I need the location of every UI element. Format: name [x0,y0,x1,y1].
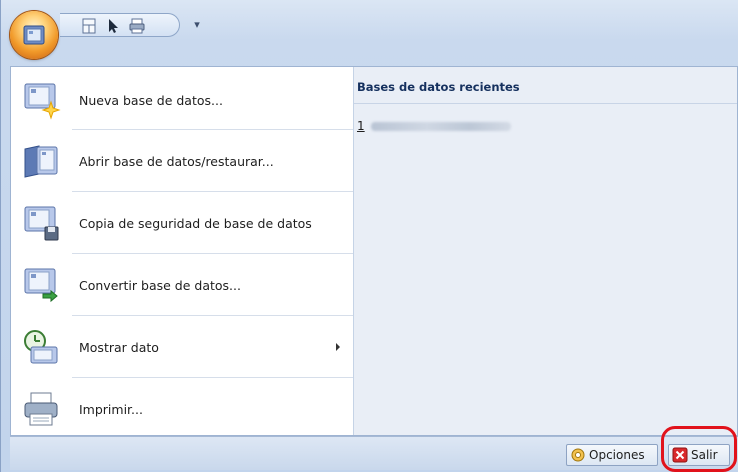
recent-item-number: 1 [357,119,365,133]
open-database-icon [24,145,58,178]
pointer-icon[interactable] [104,17,122,35]
recent-databases-header: Bases de datos recientes [354,67,737,104]
menu-item-label: Copia de seguridad de base de datos [79,215,312,231]
menu-item-backup-database[interactable]: Copia de seguridad de base de datos [11,192,353,254]
menu-commands: Nueva base de datos... Abrir base de dat… [11,67,354,435]
application-button[interactable] [10,11,58,59]
options-button[interactable]: Opciones [566,444,658,466]
layout-icon[interactable] [80,17,98,35]
menu-item-open-database[interactable]: Abrir base de datos/restaurar... [11,130,353,192]
show-data-icon [24,330,58,364]
gear-icon [571,448,585,462]
menu-item-show-data[interactable]: Mostrar dato [11,316,353,378]
title-bar: ▾ [0,0,738,59]
menu-footer: Opciones Salir [10,436,738,470]
backup-database-icon [24,206,59,241]
menu-item-label: Imprimir... [79,401,143,417]
database-book-icon [23,25,45,45]
highlight-annotation [661,426,737,472]
menu-item-label: Abrir base de datos/restaurar... [79,153,274,169]
recent-databases-pane: Bases de datos recientes 1 [354,67,737,435]
application-menu: Nueva base de datos... Abrir base de dat… [10,66,738,436]
redacted-file-path [371,121,511,131]
menu-item-convert-database[interactable]: Convertir base de datos... [11,254,353,316]
printer-icon [24,392,58,426]
menu-item-label: Mostrar dato [79,339,159,355]
customize-toolbar-button[interactable]: ▾ [190,15,204,35]
options-label: Opciones [589,448,645,462]
submenu-arrow-icon [336,343,340,351]
recent-database-item[interactable]: 1 [357,118,511,134]
new-database-icon [24,83,61,120]
menu-item-new-database[interactable]: Nueva base de datos... [11,69,353,131]
convert-database-icon [24,268,58,303]
quick-access-toolbar [60,13,180,37]
print-icon[interactable] [128,17,146,35]
menu-item-print[interactable]: Imprimir... [11,378,353,440]
menu-item-label: Nueva base de datos... [79,92,223,108]
menu-item-label: Convertir base de datos... [79,277,241,293]
